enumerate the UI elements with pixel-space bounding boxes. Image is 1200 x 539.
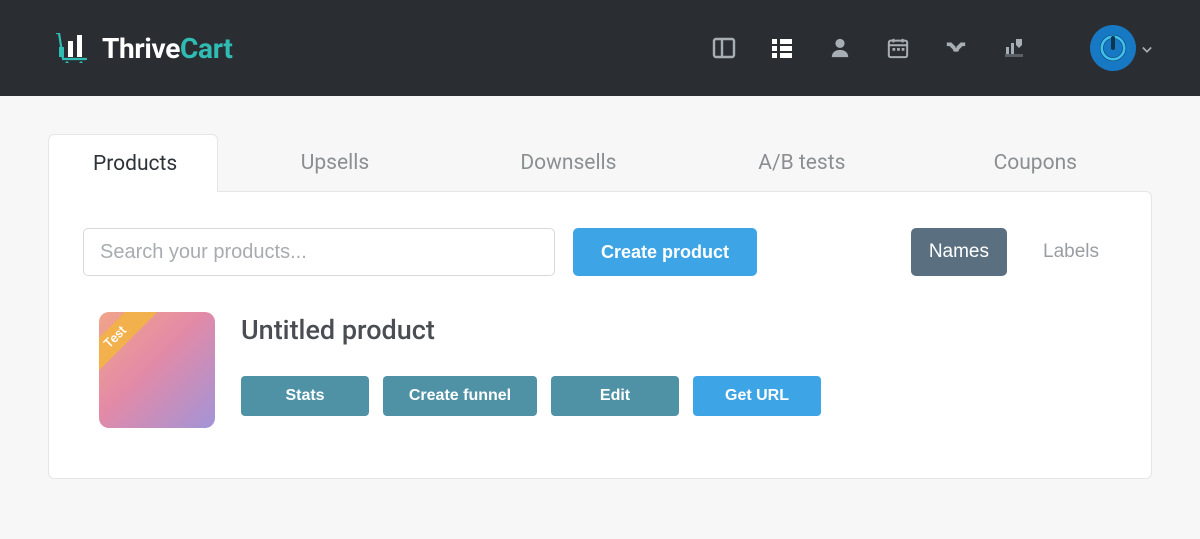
products-toolbar: Create product Names Labels — [83, 228, 1117, 276]
calendar-icon[interactable] — [886, 36, 910, 60]
cart-bars-icon — [56, 33, 92, 63]
list-icon[interactable] — [770, 36, 794, 60]
tab-products[interactable]: Products — [48, 134, 218, 192]
stats-button[interactable]: Stats — [241, 376, 369, 416]
brand-name: ThriveCart — [102, 32, 233, 65]
tab-coupons[interactable]: Coupons — [919, 134, 1152, 192]
create-product-button[interactable]: Create product — [573, 228, 757, 276]
products-panel: Create product Names Labels Test Untitle… — [48, 191, 1152, 479]
brand-logo[interactable]: ThriveCart — [56, 32, 233, 65]
handshake-icon[interactable] — [944, 36, 968, 60]
tab-bar: Products Upsells Downsells A/B tests Cou… — [48, 134, 1152, 192]
view-names-button[interactable]: Names — [911, 228, 1007, 276]
dashboard-icon[interactable] — [712, 36, 736, 60]
product-info: Untitled product Stats Create funnel Edi… — [241, 312, 1117, 416]
product-row: Test Untitled product Stats Create funne… — [83, 312, 1117, 428]
user-icon[interactable] — [828, 36, 852, 60]
app-header: ThriveCart — [0, 0, 1200, 96]
power-icon — [1098, 33, 1128, 63]
get-url-button[interactable]: Get URL — [693, 376, 821, 416]
create-funnel-button[interactable]: Create funnel — [383, 376, 537, 416]
tab-abtests[interactable]: A/B tests — [685, 134, 918, 192]
product-title: Untitled product — [241, 314, 1117, 346]
main-content: Products Upsells Downsells A/B tests Cou… — [0, 96, 1200, 479]
edit-report-icon[interactable] — [1002, 36, 1026, 60]
test-ribbon: Test — [99, 312, 157, 379]
header-nav — [712, 25, 1152, 71]
view-labels-button[interactable]: Labels — [1025, 228, 1117, 276]
tab-downsells[interactable]: Downsells — [452, 134, 685, 192]
product-actions: Stats Create funnel Edit Get URL — [241, 376, 1117, 416]
view-toggle: Names Labels — [911, 228, 1117, 276]
avatar — [1090, 25, 1136, 71]
edit-button[interactable]: Edit — [551, 376, 679, 416]
chevron-down-icon — [1142, 39, 1152, 58]
search-input[interactable] — [83, 228, 555, 276]
product-thumbnail[interactable]: Test — [99, 312, 215, 428]
user-menu[interactable] — [1090, 25, 1152, 71]
tab-upsells[interactable]: Upsells — [218, 134, 451, 192]
